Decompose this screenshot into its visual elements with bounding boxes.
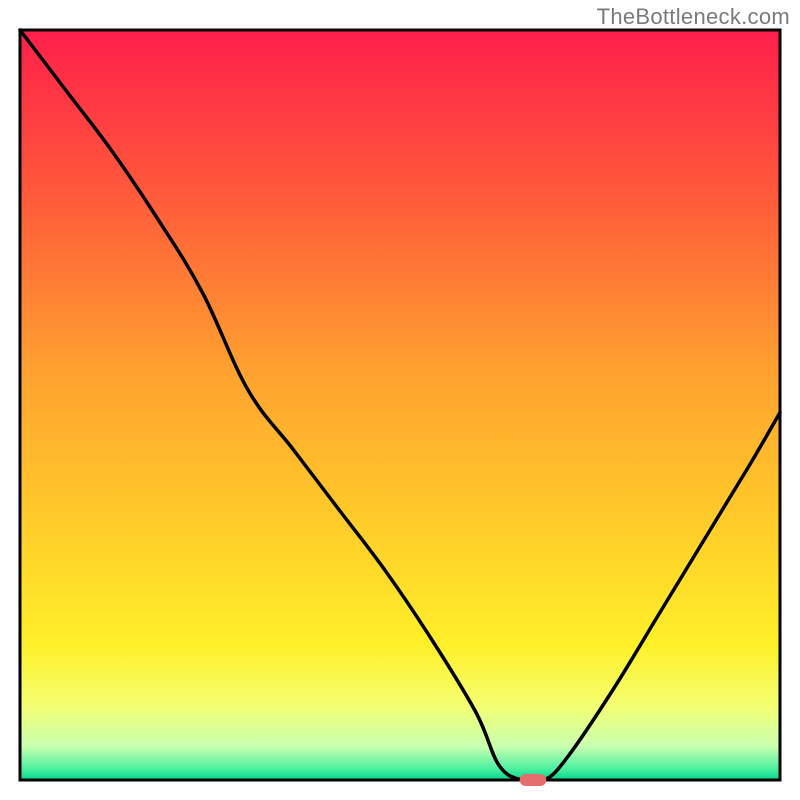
bottleneck-chart xyxy=(0,0,800,800)
attribution-text: TheBottleneck.com xyxy=(597,4,790,30)
gradient-background xyxy=(20,30,780,780)
chart-container: TheBottleneck.com xyxy=(0,0,800,800)
optimum-marker xyxy=(520,774,547,786)
